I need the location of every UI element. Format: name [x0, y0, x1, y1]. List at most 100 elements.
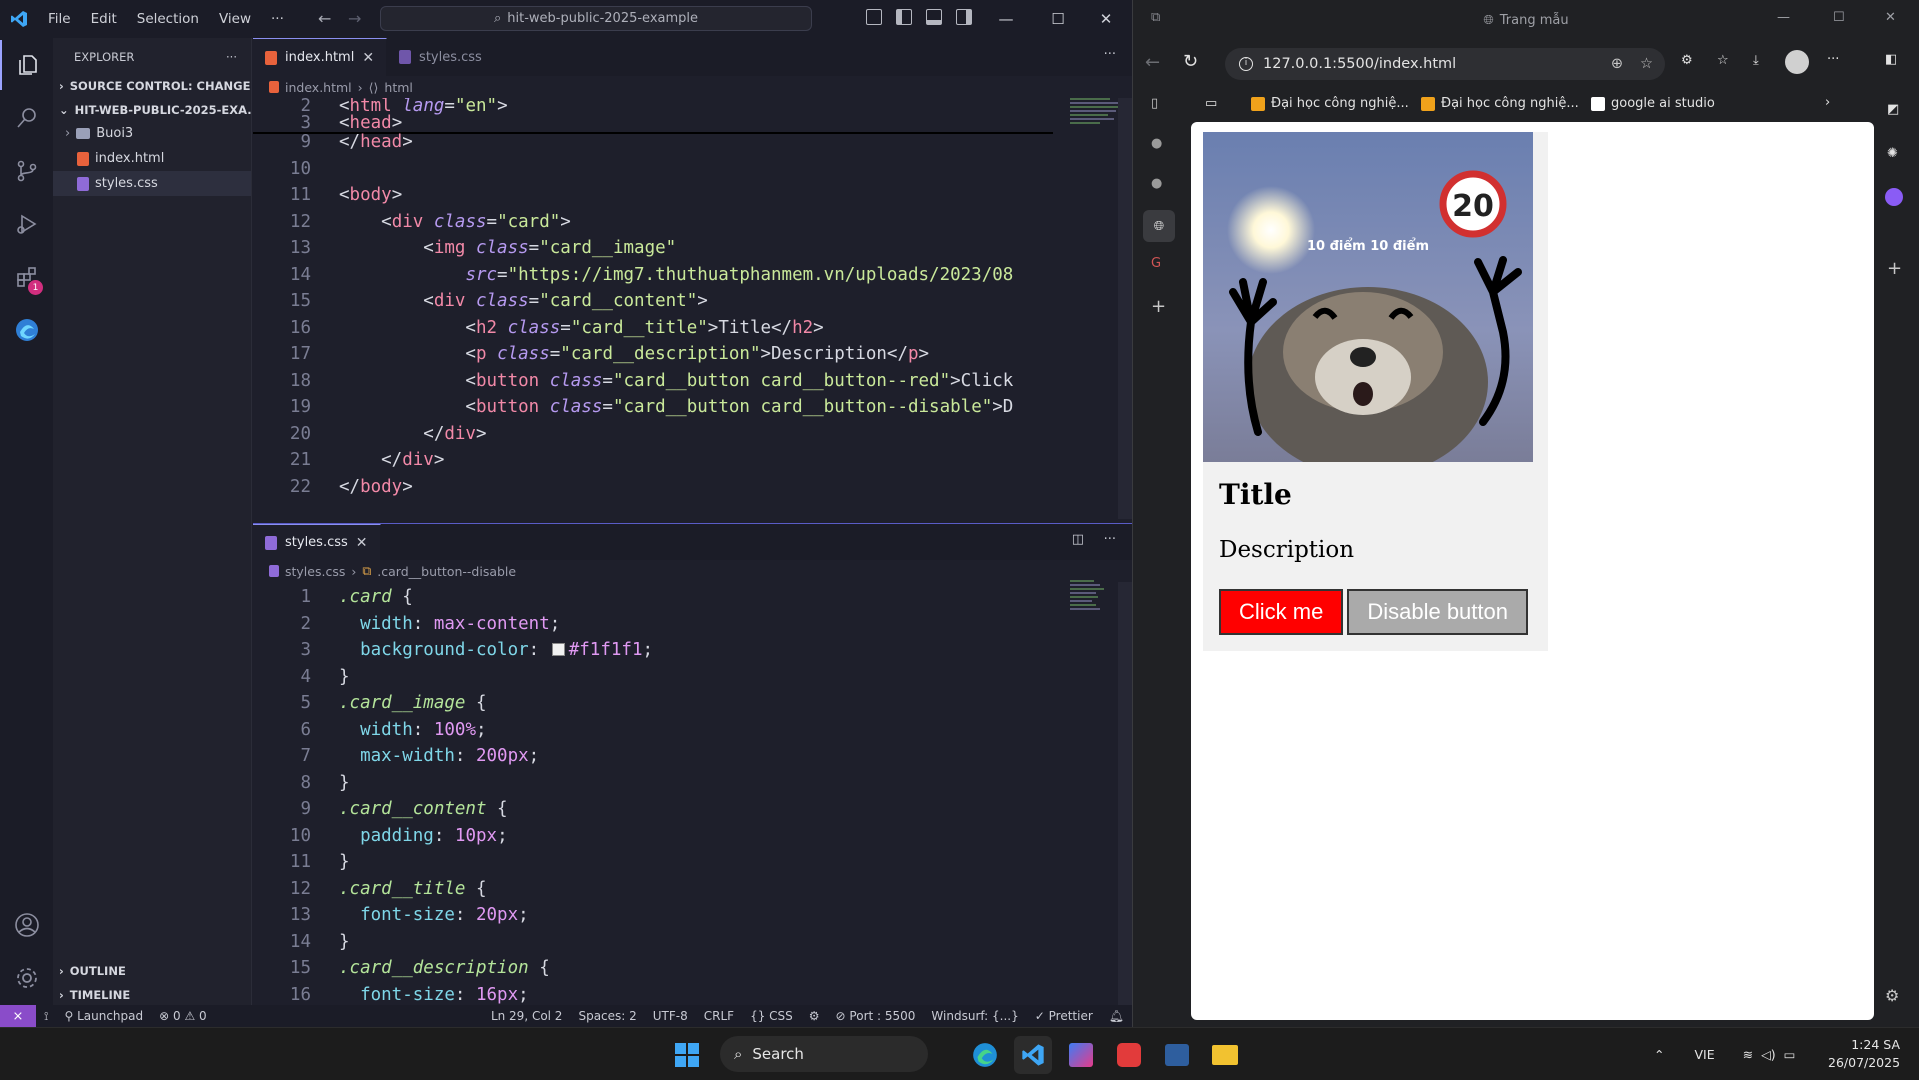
settings-more-icon[interactable]: ··· — [1827, 52, 1839, 67]
file-explorer-icon[interactable] — [1206, 1036, 1244, 1074]
breadcrumb-symbol[interactable]: html — [384, 80, 412, 95]
code-line[interactable]: 15 .card__description { — [253, 955, 1053, 982]
editor-scrollbar[interactable] — [1118, 582, 1132, 1006]
start-windows-icon[interactable] — [668, 1036, 706, 1074]
edge-icon[interactable] — [966, 1036, 1004, 1074]
bookmark-folder-icon[interactable]: ▭ — [1205, 96, 1217, 111]
code-editor-html[interactable]: 2 <html lang="en"> 3 <head> 9 </head> 10 11 <bo… — [253, 98, 1053, 519]
site-info-icon[interactable]: i — [1239, 57, 1253, 71]
search-icon[interactable] — [0, 93, 53, 143]
back-arrow-icon[interactable]: ← — [1145, 52, 1160, 73]
close-button[interactable]: ✕ — [1885, 10, 1896, 25]
code-line[interactable]: 21 </div> — [253, 447, 1053, 474]
minimap[interactable] — [1070, 98, 1124, 138]
chatgpt-icon[interactable]: ✺ — [1887, 146, 1898, 161]
code-line[interactable]: 14 src="https://img7.thuthuatphanmem.vn/… — [253, 262, 1053, 289]
code-line[interactable]: 17 <p class="card__description">Descript… — [253, 341, 1053, 368]
code-line[interactable]: 22 </body> — [253, 474, 1053, 501]
code-line[interactable]: 9 .card__content { — [253, 796, 1053, 823]
close-button[interactable]: ✕ — [1080, 0, 1132, 38]
globe-icon[interactable]: 🌐︎ — [1143, 210, 1175, 242]
github-icon[interactable]: ● — [1151, 176, 1162, 191]
menu-selection[interactable]: Selection — [127, 0, 209, 38]
close-tab-icon[interactable]: ✕ — [362, 50, 374, 66]
volume-icon[interactable]: ◁) — [1761, 1047, 1776, 1062]
code-line[interactable]: 7 max-width: 200px; — [253, 743, 1053, 770]
windsurf-status[interactable]: Windsurf: {...} — [923, 1009, 1026, 1023]
settings-gear-icon[interactable] — [0, 953, 53, 1003]
bookmark-item[interactable]: Đại học công nghiệ... — [1251, 96, 1409, 111]
tab-styles-css[interactable]: styles.css — [387, 38, 495, 76]
explorer-more-icon[interactable]: ··· — [226, 50, 237, 64]
chevron-right-icon[interactable]: › — [1825, 95, 1830, 110]
code-line[interactable]: 18 <button class="card__button card__but… — [253, 368, 1053, 395]
minimize-button[interactable]: — — [1777, 10, 1790, 25]
clock[interactable]: 1:24 SA 26/07/2025 — [1828, 1036, 1900, 1072]
prettier-status[interactable]: ✓ Prettier — [1027, 1009, 1101, 1023]
messenger-icon[interactable] — [1885, 188, 1903, 206]
wifi-icon[interactable]: ≋ — [1743, 1047, 1753, 1062]
customize-layout-icon[interactable] — [866, 9, 882, 25]
favorite-star-icon[interactable]: ☆ — [1640, 56, 1653, 72]
minimap[interactable] — [1070, 580, 1124, 620]
code-editor-css[interactable]: 1 .card {2 width: max-content; 3 backgroun… — [253, 582, 1053, 1006]
minimize-button[interactable]: — — [980, 0, 1032, 38]
editor-more-icon[interactable]: ··· — [1104, 47, 1116, 62]
code-line[interactable]: 12 <div class="card"> — [253, 209, 1053, 236]
back-arrow-icon[interactable]: ← — [318, 9, 331, 28]
edge-devtools-icon[interactable] — [0, 305, 53, 355]
input-language[interactable]: VIE — [1694, 1047, 1714, 1062]
tree-item-html[interactable]: index.html — [53, 146, 251, 171]
copilot-icon[interactable]: ◩ — [1887, 102, 1899, 117]
battery-icon[interactable]: ▭ — [1784, 1047, 1796, 1062]
code-line[interactable]: 19 <button class="card__button card__but… — [253, 394, 1053, 421]
tab-icon[interactable]: ▯ — [1151, 96, 1158, 111]
code-line[interactable]: 1 .card { — [253, 584, 1053, 611]
jetbrains-icon[interactable] — [1062, 1036, 1100, 1074]
disable-button[interactable]: Disable button — [1347, 589, 1528, 635]
settings-gear-icon[interactable]: ⚙ — [1885, 986, 1899, 1005]
tab-actions-icon[interactable]: ⧉ — [1151, 10, 1160, 25]
extensions-icon[interactable]: 1 — [0, 252, 53, 302]
language-mode[interactable]: {} CSS — [742, 1009, 801, 1023]
toggle-secondary-sidebar-icon[interactable] — [956, 9, 972, 25]
command-center-search[interactable]: ⌕ hit-web-public-2025-example — [380, 6, 812, 31]
forward-arrow-icon[interactable]: → — [348, 9, 361, 28]
problems-item[interactable]: ⊗ 0 ⚠ 0 — [151, 1009, 215, 1023]
taskbar-search[interactable]: ⌕ Search — [720, 1036, 928, 1072]
app-icon[interactable] — [1158, 1036, 1196, 1074]
code-line[interactable]: 11} — [253, 849, 1053, 876]
code-line[interactable]: 9 </head> — [253, 129, 1053, 156]
tab-index-html[interactable]: index.html ✕ — [253, 38, 388, 76]
tree-item-folder[interactable]: › Buoi3 — [53, 121, 251, 146]
menu-file[interactable]: File — [38, 0, 81, 38]
line-ending[interactable]: CRLF — [696, 1009, 742, 1023]
editor-more-icon[interactable]: ··· — [1104, 532, 1116, 547]
code-line[interactable]: 13 <img class="card__image" — [253, 235, 1053, 262]
zoom-icon[interactable]: ⊕ — [1611, 56, 1623, 72]
split-editor-icon[interactable]: ◫ — [1072, 532, 1084, 547]
cursor-position[interactable]: Ln 29, Col 2 — [483, 1009, 571, 1023]
breadcrumb-file[interactable]: styles.css — [285, 564, 345, 579]
code-line[interactable]: 10 — [253, 156, 1053, 183]
close-tab-icon[interactable]: ✕ — [356, 535, 368, 551]
bookmark-item[interactable]: Đại học công nghiệ... — [1421, 96, 1579, 111]
code-line[interactable]: 6 width: 100%; — [253, 717, 1053, 744]
encoding[interactable]: UTF-8 — [645, 1009, 696, 1023]
git-icon[interactable]: ⟟ — [36, 1009, 56, 1024]
code-line[interactable]: 13 font-size: 20px; — [253, 902, 1053, 929]
code-line[interactable]: 11 <body> — [253, 182, 1053, 209]
address-bar[interactable]: i 127.0.0.1:5500/index.html ⊕ ☆ — [1225, 48, 1665, 80]
wps-office-icon[interactable] — [1110, 1036, 1148, 1074]
menu-edit[interactable]: Edit — [81, 0, 127, 38]
remote-indicator-icon[interactable]: ⨯ — [0, 1005, 36, 1027]
outline-section[interactable]: › OUTLINE — [53, 960, 252, 982]
notifications-bell-icon[interactable]: 🔔︎ — [1101, 1009, 1132, 1023]
editor-scrollbar[interactable] — [1118, 98, 1132, 519]
code-line[interactable]: 14} — [253, 929, 1053, 956]
breadcrumb-file[interactable]: index.html — [285, 80, 352, 95]
click-me-button[interactable]: Click me — [1219, 589, 1344, 635]
indentation[interactable]: Spaces: 2 — [570, 1009, 644, 1023]
extensions-icon[interactable]: ⚙ — [1681, 53, 1693, 68]
add-icon[interactable]: + — [1887, 258, 1902, 279]
